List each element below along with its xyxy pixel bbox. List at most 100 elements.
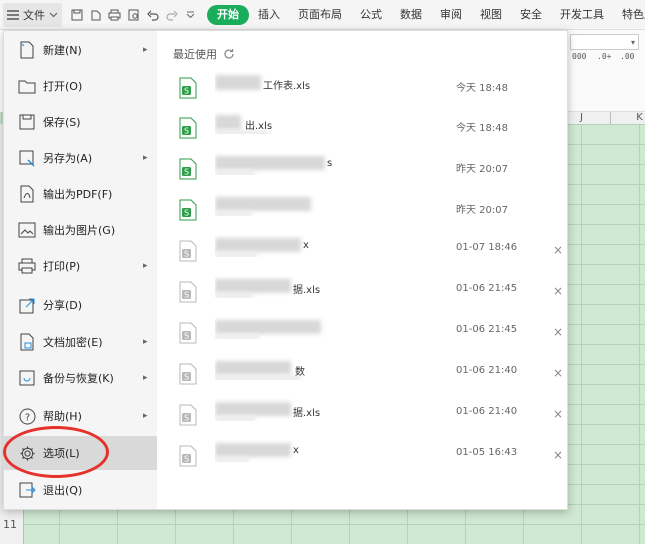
share-icon (17, 295, 37, 315)
menu-item-share[interactable]: 分享(D) (4, 288, 157, 322)
menu-item-save-as[interactable]: 另存为(A) ▸ (4, 141, 157, 175)
tab-home[interactable]: 开始 (207, 4, 249, 25)
number-format-toolbar: ▾ 000 .0+ .00 (566, 30, 645, 112)
tab-formulas[interactable]: 公式 (351, 5, 391, 25)
redacted-block (215, 334, 259, 339)
spreadsheet-file-icon: S (179, 281, 197, 303)
help-icon: ? (17, 406, 37, 426)
print-preview-icon[interactable] (125, 6, 142, 24)
remove-recent-close-icon[interactable]: × (553, 407, 563, 421)
menu-item-help[interactable]: ? 帮助(H) ▸ (4, 399, 157, 433)
file-menu-button[interactable]: 文件 (3, 2, 62, 27)
recent-file-row[interactable]: S 出.xls 今天 18:48 (157, 109, 567, 150)
recent-file-row[interactable]: S 昨天 20:07 (157, 191, 567, 232)
recent-file-name: 据.xls (215, 276, 405, 298)
decrease-decimal-button[interactable]: .00 (620, 52, 634, 61)
recent-file-row[interactable]: S x 01-07 18:46 × (157, 232, 567, 273)
thousands-separator-button[interactable]: 000 (572, 52, 586, 61)
spreadsheet-file-icon: S (179, 158, 197, 180)
tab-data[interactable]: 数据 (391, 5, 431, 25)
recent-file-name (215, 317, 405, 339)
menu-item-save[interactable]: 保存(S) (4, 105, 157, 139)
file-menu-list: 新建(N) ▸ 打开(O) 保存(S) 另存为(A) ▸ 输出为PDF(F) 输… (4, 31, 157, 509)
menu-item-export-image[interactable]: 输出为图片(G) (4, 213, 157, 247)
recent-file-name: 数 (215, 358, 405, 380)
svg-text:S: S (184, 373, 189, 382)
file-menu-panel: 新建(N) ▸ 打开(O) 保存(S) 另存为(A) ▸ 输出为PDF(F) 输… (3, 30, 568, 510)
tab-view[interactable]: 视图 (471, 5, 511, 25)
redacted-block (215, 252, 257, 257)
tab-security[interactable]: 安全 (511, 5, 551, 25)
folder-open-icon (17, 76, 37, 96)
svg-text:S: S (184, 414, 189, 423)
remove-recent-close-icon[interactable]: × (553, 243, 563, 257)
recent-file-row[interactable]: S 据.xls 01-06 21:45 × (157, 273, 567, 314)
increase-decimal-button[interactable]: .0+ (597, 52, 611, 61)
tab-developer[interactable]: 开发工具 (551, 5, 613, 25)
recent-file-name: s (215, 153, 405, 175)
menu-item-label: 打印(P) (43, 260, 81, 273)
spreadsheet-file-icon: S (179, 322, 197, 344)
tab-insert[interactable]: 插入 (249, 5, 289, 25)
recent-file-name-text: 据.xls (293, 408, 321, 419)
tab-review[interactable]: 审阅 (431, 5, 471, 25)
recent-file-row[interactable]: S x 01-05 16:43 × (157, 437, 567, 478)
redacted-block (215, 115, 241, 130)
recent-files-panel: 最近使用 S 工作表.xls 今天 18:48 S 出.xls 今天 18:48… (157, 31, 567, 509)
recent-file-name-text: 出.xls (245, 121, 273, 132)
menu-item-label: 选项(L) (43, 447, 80, 460)
save-icon[interactable] (68, 6, 85, 24)
customize-toolbar-icon[interactable] (182, 6, 199, 24)
remove-recent-close-icon[interactable]: × (553, 284, 563, 298)
recent-file-time: 01-07 18:46 (456, 242, 518, 253)
chevron-right-icon: ▸ (143, 411, 148, 421)
menu-item-label: 新建(N) (43, 44, 82, 57)
recent-file-row[interactable]: S 工作表.xls 今天 18:48 (157, 69, 567, 110)
recent-file-row[interactable]: S s 昨天 20:07 (157, 150, 567, 191)
new-file-icon (17, 40, 37, 60)
recent-file-row[interactable]: S 数 01-06 21:40 × (157, 355, 567, 396)
redacted-block (215, 156, 325, 170)
menu-item-new[interactable]: 新建(N) ▸ (4, 33, 157, 67)
print-icon[interactable] (106, 6, 123, 24)
quick-access-toolbar (68, 6, 201, 24)
redacted-block (215, 416, 255, 421)
row-number[interactable]: 11 (3, 518, 17, 531)
remove-recent-close-icon[interactable]: × (553, 448, 563, 462)
undo-icon[interactable] (144, 6, 161, 24)
column-header-k[interactable]: K (610, 112, 645, 124)
menu-item-export-pdf[interactable]: 输出为PDF(F) (4, 177, 157, 211)
recent-file-time: 01-05 16:43 (456, 447, 518, 458)
svg-text:S: S (184, 332, 189, 341)
menu-item-options[interactable]: 选项(L) (4, 436, 157, 470)
recent-file-name-text: s (327, 158, 333, 169)
exit-icon (17, 480, 37, 500)
menu-item-exit[interactable]: 退出(Q) (4, 473, 157, 507)
recent-file-name: 工作表.xls (215, 72, 405, 94)
spreadsheet-file-icon: S (179, 117, 197, 139)
export-pdf-icon[interactable] (87, 6, 104, 24)
save-icon (17, 112, 37, 132)
menu-item-backup[interactable]: 备份与恢复(K) ▸ (4, 361, 157, 395)
tab-features[interactable]: 特色应 (613, 5, 645, 25)
refresh-icon[interactable] (223, 48, 235, 60)
redacted-block (215, 293, 253, 298)
remove-recent-close-icon[interactable]: × (553, 366, 563, 380)
tab-page-layout[interactable]: 页面布局 (289, 5, 351, 25)
menu-item-open[interactable]: 打开(O) (4, 69, 157, 103)
svg-text:S: S (184, 87, 189, 96)
menu-item-encrypt[interactable]: 文档加密(E) ▸ (4, 325, 157, 359)
recent-files-header: 最近使用 (173, 46, 235, 62)
recent-file-name-text: 据.xls (293, 285, 321, 296)
remove-recent-close-icon[interactable]: × (553, 325, 563, 339)
redo-icon[interactable] (163, 6, 180, 24)
recent-file-row[interactable]: S 据.xls 01-06 21:40 × (157, 396, 567, 437)
recent-file-name-text: x (293, 445, 299, 456)
menu-item-label: 输出为PDF(F) (43, 188, 113, 201)
menu-item-label: 打开(O) (43, 80, 83, 93)
menu-item-print[interactable]: 打印(P) ▸ (4, 249, 157, 283)
recent-file-name (215, 194, 405, 216)
recent-file-row[interactable]: S 01-06 21:45 × (157, 314, 567, 355)
number-format-dropdown[interactable]: ▾ (570, 34, 639, 50)
recent-file-time: 今天 18:48 (456, 123, 508, 134)
